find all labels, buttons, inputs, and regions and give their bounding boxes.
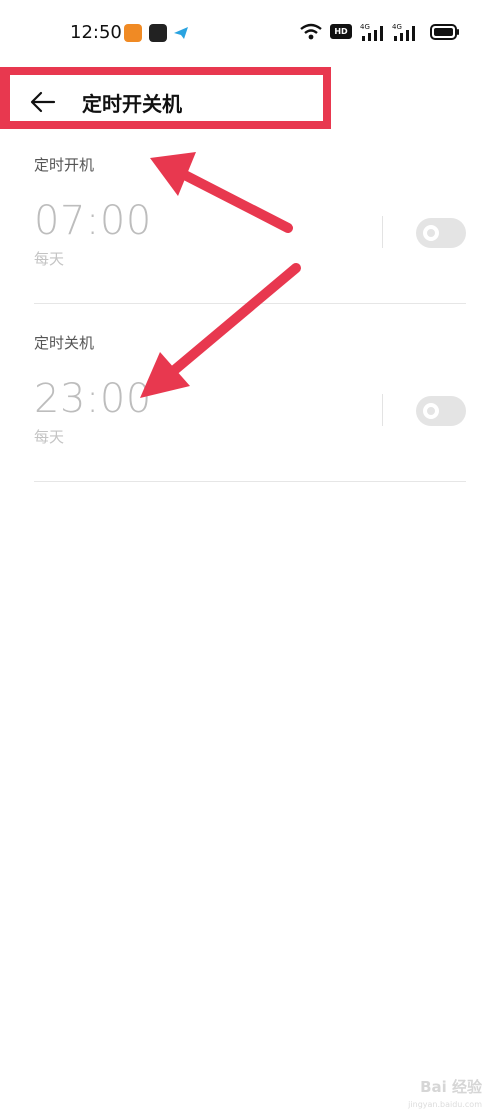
arrow-left-icon[interactable] (30, 90, 56, 114)
schedule-power-on[interactable]: 定时开机 07:00 每天 (34, 154, 466, 304)
hd-icon: HD (330, 24, 352, 39)
sohu-app-icon (149, 24, 167, 42)
power-off-toggle[interactable] (416, 396, 466, 426)
schedule-repeat: 每天 (34, 250, 65, 268)
schedule-time[interactable]: 23:00 (34, 376, 152, 422)
svg-text:4G: 4G (392, 23, 402, 31)
power-on-toggle[interactable] (416, 218, 466, 248)
wifi-icon (300, 23, 322, 45)
signal-4g-icon: 4G (392, 22, 418, 46)
header: 定时开关机 (30, 84, 310, 120)
schedule-label: 定时开机 (34, 156, 95, 174)
status-time: 12:50 (70, 22, 122, 43)
page: 12:50 HD 4G 4G 定时开关机 定时开机 07:00 每天 定时关机 … (0, 0, 500, 1111)
baidu-watermark-url: jingyan.baidu.com (408, 1100, 482, 1109)
schedule-repeat: 每天 (34, 428, 65, 446)
schedule-label: 定时关机 (34, 334, 95, 352)
signal-4g-icon: 4G (360, 22, 386, 46)
page-title: 定时开关机 (82, 92, 182, 116)
svg-text:4G: 4G (360, 23, 370, 31)
telegram-icon (172, 24, 190, 42)
schedule-power-off[interactable]: 定时关机 23:00 每天 (34, 332, 466, 482)
uc-browser-icon (124, 24, 142, 42)
schedule-time[interactable]: 07:00 (34, 198, 152, 244)
vertical-divider (382, 216, 383, 248)
toggle-knob (423, 225, 439, 241)
battery-icon (430, 24, 460, 44)
baidu-watermark: Bai 经验 (420, 1078, 482, 1096)
vertical-divider (382, 394, 383, 426)
status-bar: 12:50 HD 4G 4G (0, 0, 500, 64)
toggle-knob (423, 403, 439, 419)
